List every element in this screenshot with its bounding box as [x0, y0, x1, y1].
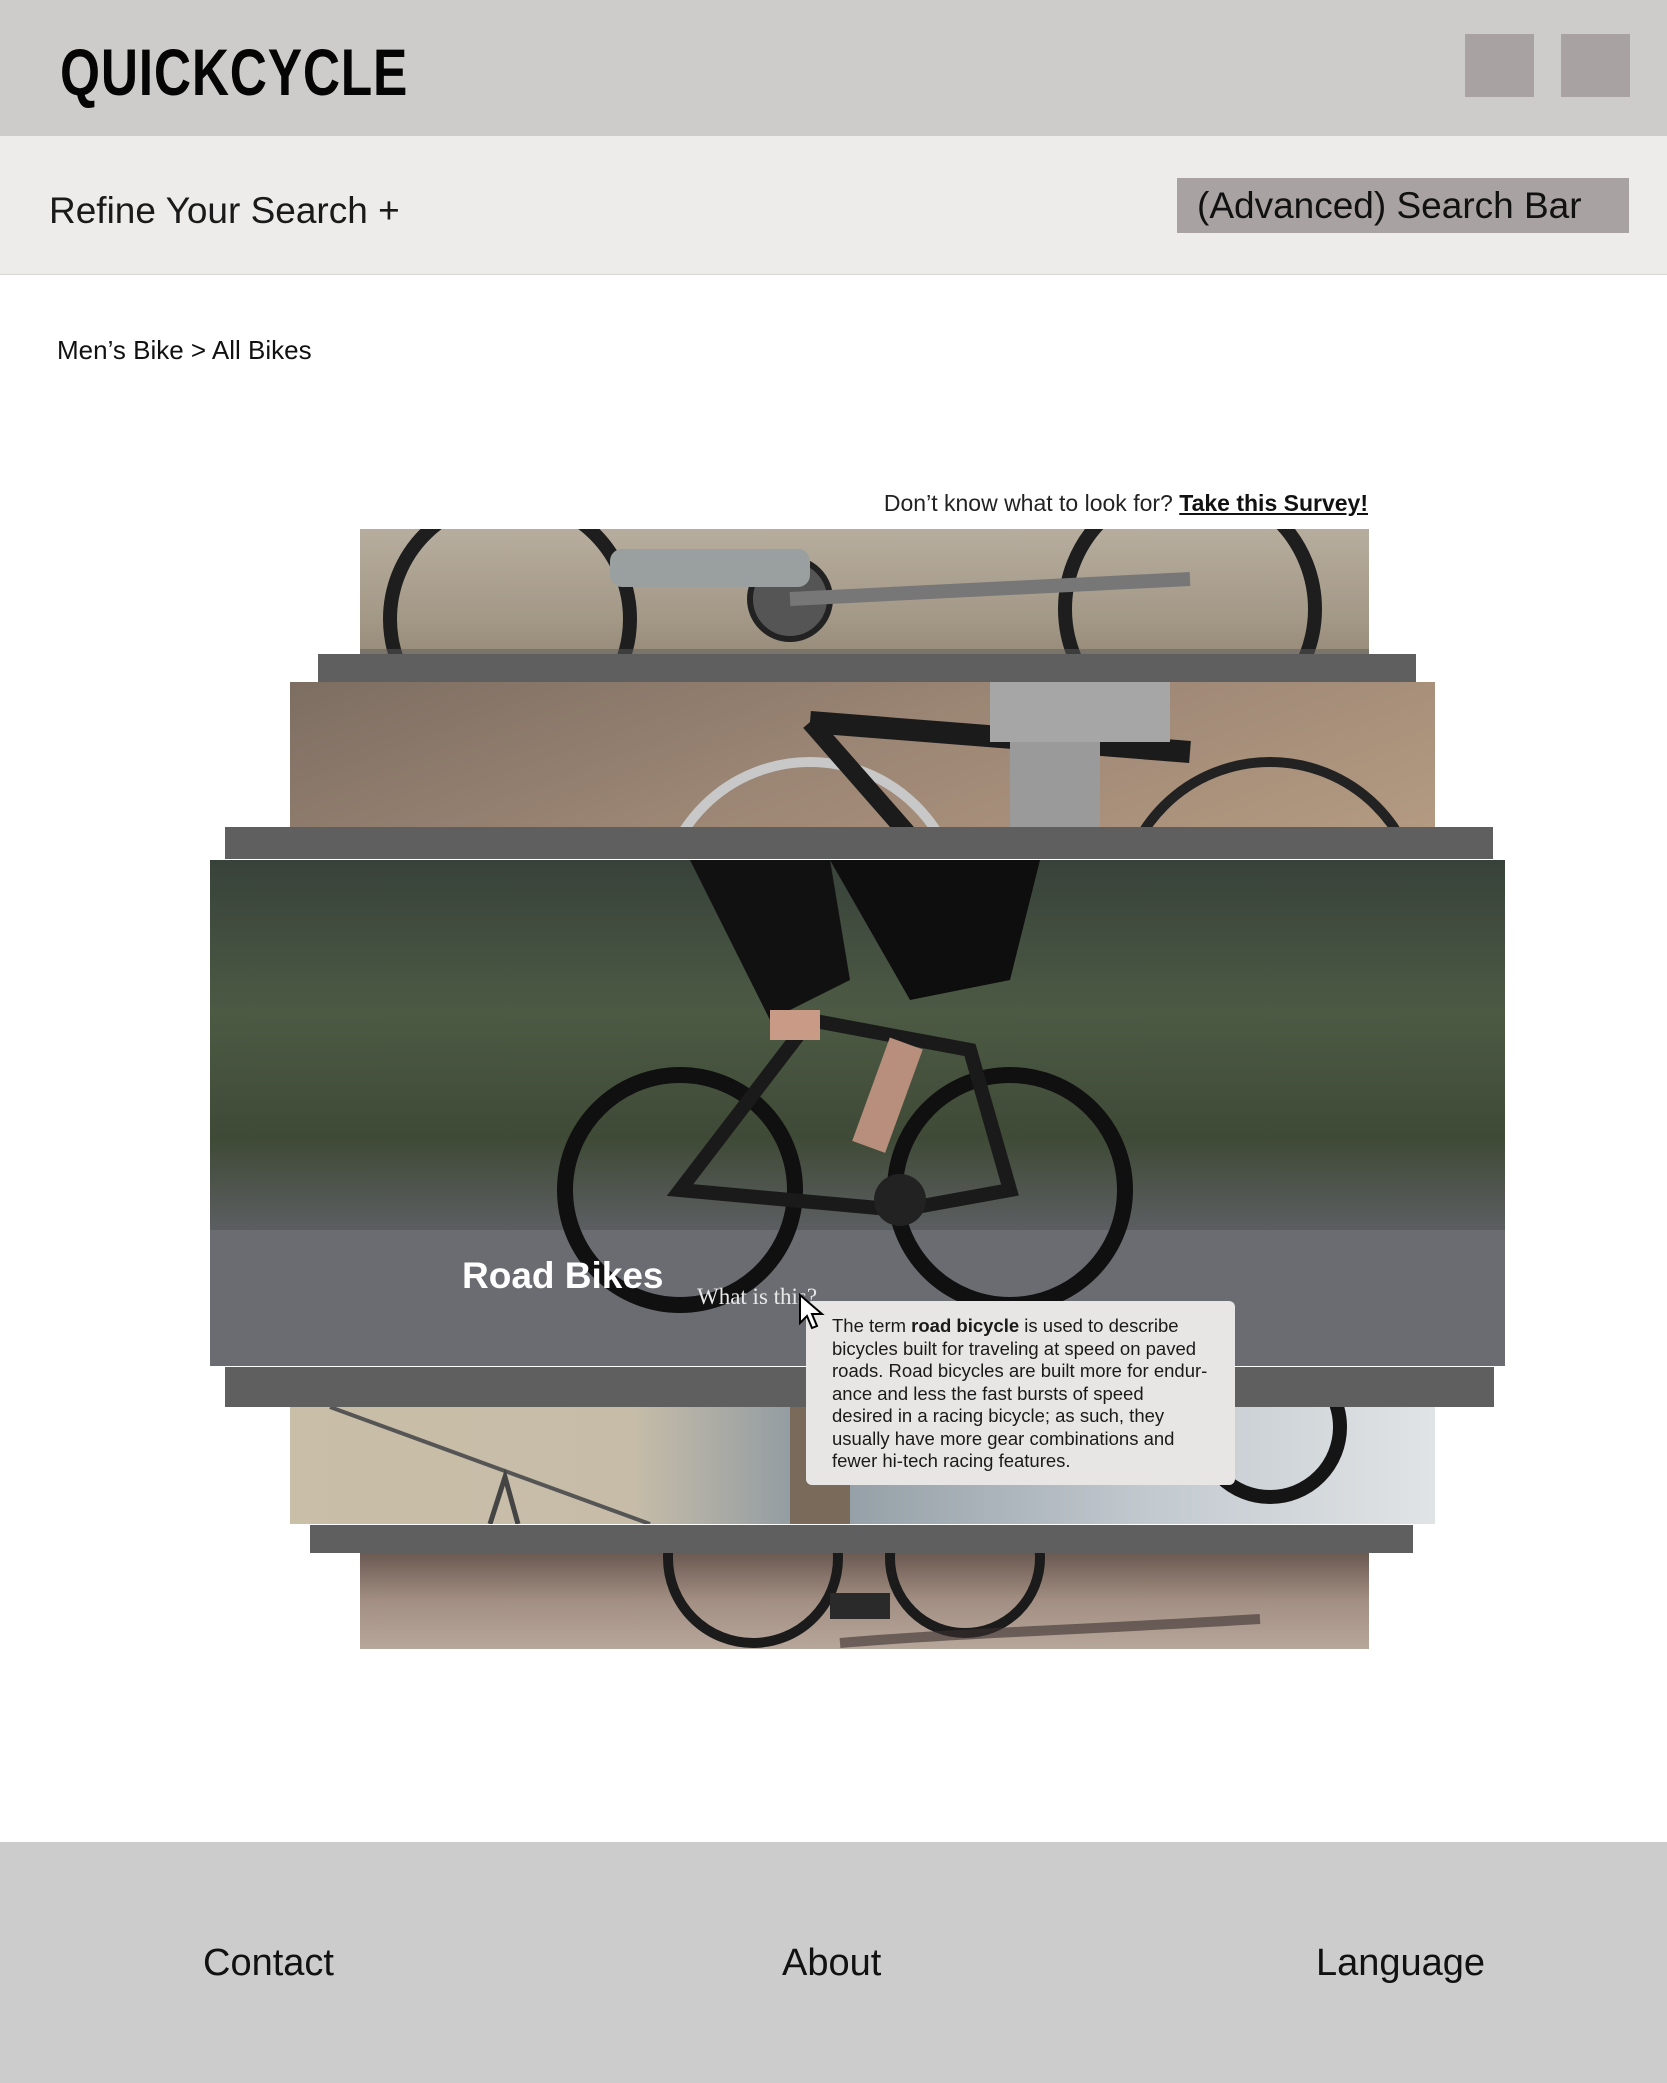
- refine-search-toggle[interactable]: Refine Your Search +: [49, 190, 400, 232]
- category-band-fixie[interactable]: [360, 1553, 1369, 1649]
- tooltip-body: is used to describe bicycles built for t…: [832, 1315, 1208, 1471]
- tooltip-term: road bicycle: [911, 1315, 1020, 1336]
- band-divider: [225, 827, 1493, 859]
- mouse-cursor-icon: [799, 1293, 825, 1330]
- site-header: QUICKCYCLE: [0, 0, 1667, 136]
- category-band-road-featured[interactable]: [210, 860, 1505, 1366]
- footer-about-link[interactable]: About: [782, 1942, 881, 1985]
- band-divider: [310, 1525, 1413, 1553]
- road-bicycle-tooltip: The term road bicycle is used to describ…: [806, 1301, 1235, 1485]
- site-logo[interactable]: QUICKCYCLE: [60, 34, 408, 110]
- advanced-search-bar[interactable]: (Advanced) Search Bar: [1177, 178, 1629, 233]
- breadcrumb[interactable]: Men’s Bike > All Bikes: [57, 335, 312, 366]
- survey-prompt-text: Don’t know what to look for?: [883, 490, 1173, 516]
- band-divider: [318, 654, 1416, 682]
- tooltip-prefix: The term: [832, 1315, 912, 1336]
- header-button-2[interactable]: [1561, 34, 1630, 97]
- survey-link[interactable]: Take this Survey!: [1179, 490, 1368, 516]
- footer-contact-link[interactable]: Contact: [203, 1942, 334, 1985]
- featured-category-title[interactable]: Road Bikes: [462, 1255, 664, 1297]
- road-bike-photo: [210, 860, 1505, 1366]
- fixie-bike-photo: [663, 1553, 1261, 1648]
- survey-prompt: Don’t know what to look for? Take this S…: [884, 490, 1368, 517]
- footer-language-link[interactable]: Language: [1316, 1942, 1485, 1985]
- header-button-1[interactable]: [1465, 34, 1534, 97]
